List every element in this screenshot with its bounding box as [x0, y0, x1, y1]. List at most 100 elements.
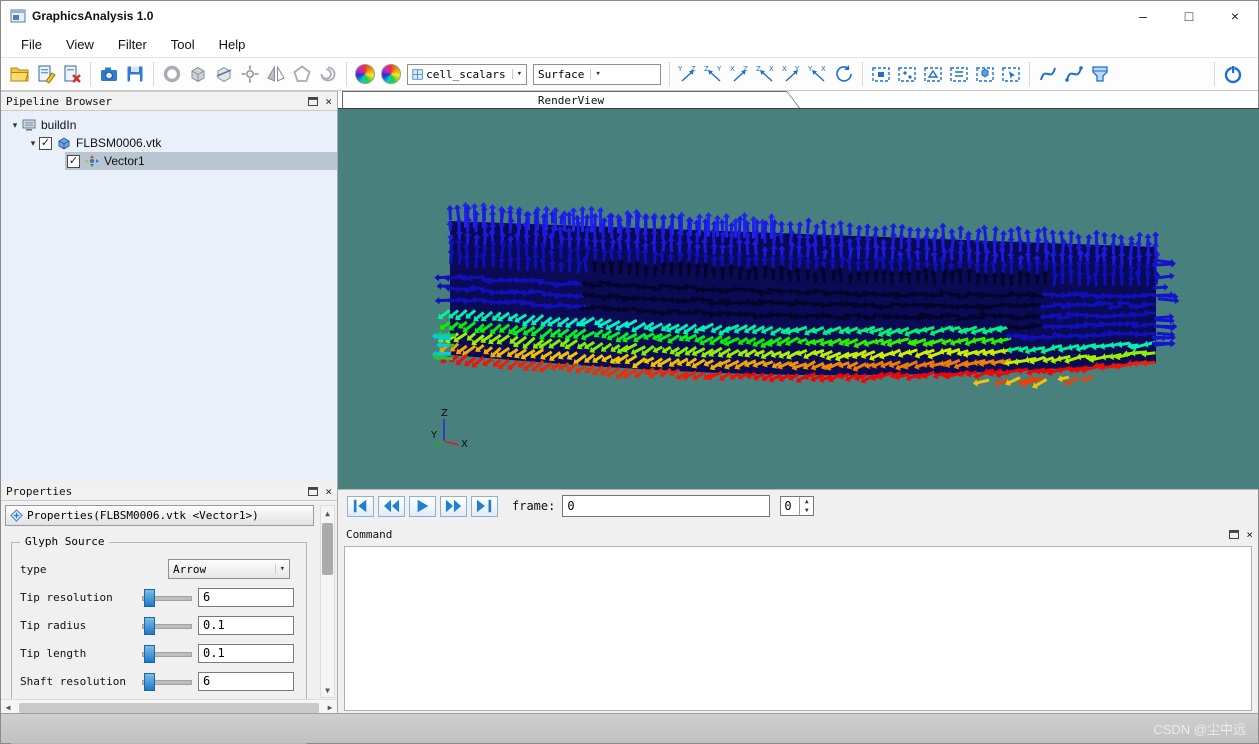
set-view-minus-y-button[interactable]: ZX — [753, 61, 779, 87]
tree-item-buildin[interactable]: ▾ buildIn — [1, 116, 337, 134]
command-title: Command — [346, 527, 393, 541]
main-toolbar: cell_scalars ▾ Surface ▾ YZ ZY XZ ZX XY … — [1, 58, 1258, 91]
power-button[interactable] — [1220, 61, 1246, 87]
float-panel-icon[interactable] — [308, 96, 319, 106]
slider-handle[interactable] — [144, 673, 155, 691]
spin-up-icon[interactable]: ▲ — [800, 497, 813, 506]
minimize-button[interactable]: – — [1120, 1, 1166, 31]
command-output-area[interactable] — [344, 546, 1252, 711]
set-view-plus-y-button[interactable]: XZ — [727, 61, 753, 87]
render-viewport[interactable]: Z Y X — [338, 108, 1259, 489]
vtk-visibility-checkbox[interactable]: ✓ — [39, 136, 52, 150]
float-panel-icon[interactable] — [308, 486, 319, 496]
open-file-button[interactable] — [7, 61, 33, 87]
close-panel-icon[interactable]: × — [325, 486, 332, 497]
menu-view[interactable]: View — [54, 37, 106, 52]
tip-radius-slider[interactable] — [142, 617, 192, 635]
glyph-type-select[interactable]: Arrow ▾ — [168, 559, 290, 579]
slider-handle[interactable] — [144, 617, 155, 635]
color-map-button[interactable] — [352, 61, 378, 87]
properties-source-button[interactable]: Properties(FLBSM0006.vtk <Vector1>) — [5, 505, 314, 526]
contour-button[interactable] — [159, 61, 185, 87]
app-window: GraphicsAnalysis 1.0 – □ × File View Fil… — [0, 0, 1259, 744]
animation-toolbar: frame: 0 ▲ ▼ — [338, 489, 1258, 522]
renderview-tab[interactable]: RenderView — [342, 91, 800, 108]
set-view-plus-z-button[interactable]: XY — [779, 61, 805, 87]
menu-help[interactable]: Help — [207, 37, 258, 52]
next-frame-button[interactable] — [440, 495, 467, 517]
selected-row-highlight: ✓ Vector1 — [65, 152, 337, 170]
select-points-polygon-button[interactable] — [946, 61, 972, 87]
close-panel-icon[interactable]: × — [325, 96, 332, 107]
tip-resolution-input[interactable] — [198, 587, 294, 607]
expander-icon[interactable]: ▾ — [9, 120, 21, 131]
frame-spinbox[interactable]: 0 ▲ ▼ — [780, 496, 815, 516]
tip-resolution-slider[interactable] — [142, 589, 192, 607]
vector1-visibility-checkbox[interactable]: ✓ — [67, 154, 80, 168]
svg-text:X: X — [730, 65, 735, 73]
orientation-axes-widget: Z Y X — [430, 408, 468, 449]
representation-dropdown[interactable]: Surface ▾ — [533, 63, 661, 85]
reflect-button[interactable] — [263, 61, 289, 87]
shaft-resolution-input[interactable] — [198, 671, 294, 691]
color-edit-button[interactable] — [378, 61, 404, 87]
play-button[interactable] — [409, 495, 436, 517]
slice-box-button[interactable] — [211, 61, 237, 87]
tip-length-input[interactable] — [198, 643, 294, 663]
slider-handle[interactable] — [144, 645, 155, 663]
tree-item-vtk-file[interactable]: ▾ ✓ FLBSM0006.vtk — [1, 134, 337, 152]
select-cells-polygon-button[interactable] — [920, 61, 946, 87]
stream-tracer-button[interactable] — [315, 61, 341, 87]
set-view-minus-z-button[interactable]: YX — [805, 61, 831, 87]
clip-box-button[interactable] — [185, 61, 211, 87]
save-edit-button[interactable] — [33, 61, 59, 87]
svg-text:X: X — [769, 65, 774, 73]
scalar-field-dropdown[interactable]: cell_scalars ▾ — [407, 63, 527, 85]
scroll-up-icon[interactable]: ▲ — [321, 506, 334, 520]
menu-filter[interactable]: Filter — [106, 37, 159, 52]
scrollbar-thumb[interactable] — [19, 702, 319, 713]
menu-file[interactable]: File — [9, 37, 54, 52]
first-frame-button[interactable] — [347, 495, 374, 517]
slider-handle[interactable] — [144, 589, 155, 607]
spline-edit-button[interactable] — [1061, 61, 1087, 87]
axis-z-label: Z — [441, 408, 448, 419]
select-block-button[interactable] — [972, 61, 998, 87]
chevron-down-icon: ▾ — [590, 69, 601, 79]
axes-origin-button[interactable] — [237, 61, 263, 87]
expander-icon[interactable]: ▾ — [27, 138, 39, 149]
shaft-resolution-slider[interactable] — [142, 673, 192, 691]
title-bar: GraphicsAnalysis 1.0 – □ × — [1, 1, 1258, 31]
previous-frame-button[interactable] — [378, 495, 405, 517]
save-data-button[interactable] — [122, 61, 148, 87]
polygon-clip-button[interactable] — [289, 61, 315, 87]
spline-source-button[interactable] — [1035, 61, 1061, 87]
menu-tool[interactable]: Tool — [159, 37, 207, 52]
save-delete-button[interactable] — [59, 61, 85, 87]
spin-down-icon[interactable]: ▼ — [800, 506, 813, 515]
tip-length-slider[interactable] — [142, 645, 192, 663]
set-view-minus-x-button[interactable]: ZY — [701, 61, 727, 87]
select-cells-rect-button[interactable] — [868, 61, 894, 87]
toolbar-separator — [862, 62, 863, 86]
close-panel-icon[interactable]: × — [1246, 529, 1253, 540]
rotate-view-button[interactable] — [831, 61, 857, 87]
status-bar: CSDN @尘中远 — [1, 713, 1258, 743]
tree-item-vector1[interactable]: ✓ Vector1 — [1, 152, 337, 170]
set-view-plus-x-button[interactable]: YZ — [675, 61, 701, 87]
scrollbar-thumb[interactable] — [322, 523, 333, 575]
close-button[interactable]: × — [1212, 1, 1258, 31]
spreadsheet-filter-button[interactable] — [1087, 61, 1113, 87]
maximize-button[interactable]: □ — [1166, 1, 1212, 31]
properties-source-icon — [10, 509, 23, 522]
screenshot-button[interactable] — [96, 61, 122, 87]
float-panel-icon[interactable] — [1229, 529, 1240, 539]
render-canvas[interactable] — [338, 109, 1259, 489]
tip-radius-input[interactable] — [198, 615, 294, 635]
select-points-rect-button[interactable] — [894, 61, 920, 87]
last-frame-button[interactable] — [471, 495, 498, 517]
properties-vertical-scrollbar[interactable]: ▲ ▼ — [320, 505, 335, 698]
interactive-select-button[interactable] — [998, 61, 1024, 87]
frame-input[interactable] — [562, 495, 771, 517]
scroll-down-icon[interactable]: ▼ — [321, 683, 334, 697]
